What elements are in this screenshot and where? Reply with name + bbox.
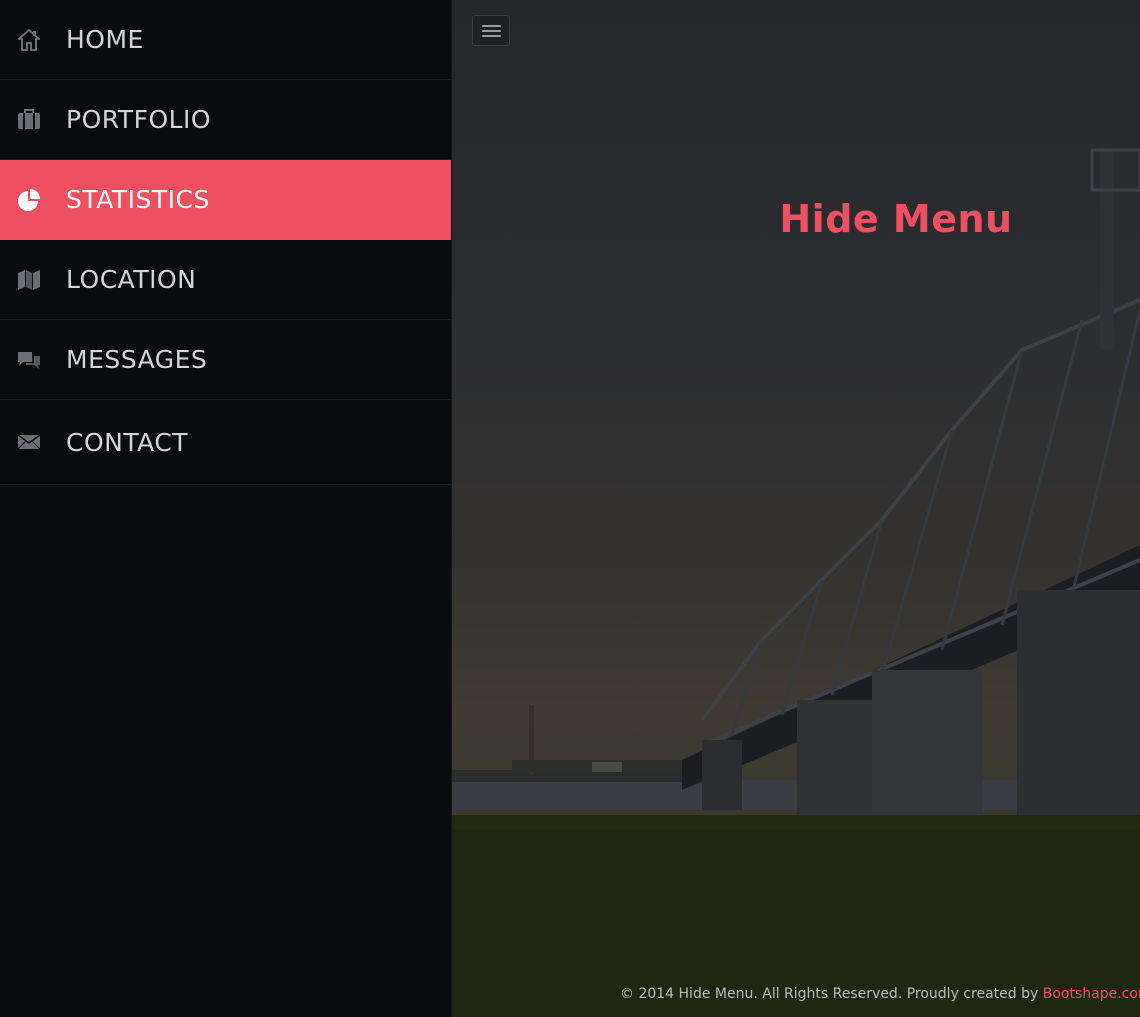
background-photo: [452, 148, 1140, 1017]
sidebar-item-portfolio[interactable]: PORTFOLIO: [0, 80, 451, 160]
footer-text: © 2014 Hide Menu. All Rights Reserved. P…: [620, 986, 1043, 1002]
menu-list: HOME PORTFOLIO STATISTICS LOCATION MESSA…: [0, 0, 451, 485]
sidebar-item-label: LOCATION: [66, 265, 197, 294]
hamburger-icon-bar: [481, 29, 501, 32]
pie-chart-icon: [17, 188, 41, 212]
sidebar-menu: HOME PORTFOLIO STATISTICS LOCATION MESSA…: [0, 0, 452, 1017]
menu-toggle-button[interactable]: [472, 15, 510, 46]
main-content: Hide Menu © 2014 Hide Menu. All Rights R…: [452, 0, 1140, 1017]
sidebar-item-label: HOME: [66, 25, 144, 54]
sidebar-item-label: PORTFOLIO: [66, 105, 212, 134]
sidebar-item-messages[interactable]: MESSAGES: [0, 320, 451, 400]
sidebar-item-location[interactable]: LOCATION: [0, 240, 451, 320]
footer-link[interactable]: Bootshape.com: [1043, 986, 1140, 1002]
briefcase-icon: [17, 108, 41, 132]
sidebar-item-label: CONTACT: [66, 427, 189, 457]
home-icon: [17, 28, 41, 52]
footer: © 2014 Hide Menu. All Rights Reserved. P…: [620, 986, 1140, 1002]
sidebar-item-contact[interactable]: CONTACT: [0, 400, 451, 485]
sidebar-item-label: MESSAGES: [66, 345, 208, 374]
page-title: Hide Menu: [779, 197, 1013, 242]
sidebar-item-label: STATISTICS: [66, 185, 210, 214]
page: HOME PORTFOLIO STATISTICS LOCATION MESSA…: [0, 0, 1140, 1017]
sidebar-item-home[interactable]: HOME: [0, 0, 451, 80]
chat-bubbles-icon: [17, 348, 41, 372]
map-icon: [17, 268, 41, 292]
sidebar-item-statistics[interactable]: STATISTICS: [0, 160, 451, 240]
hamburger-icon: [481, 24, 501, 27]
envelope-icon: [17, 430, 41, 454]
hamburger-icon-bar: [481, 34, 501, 37]
